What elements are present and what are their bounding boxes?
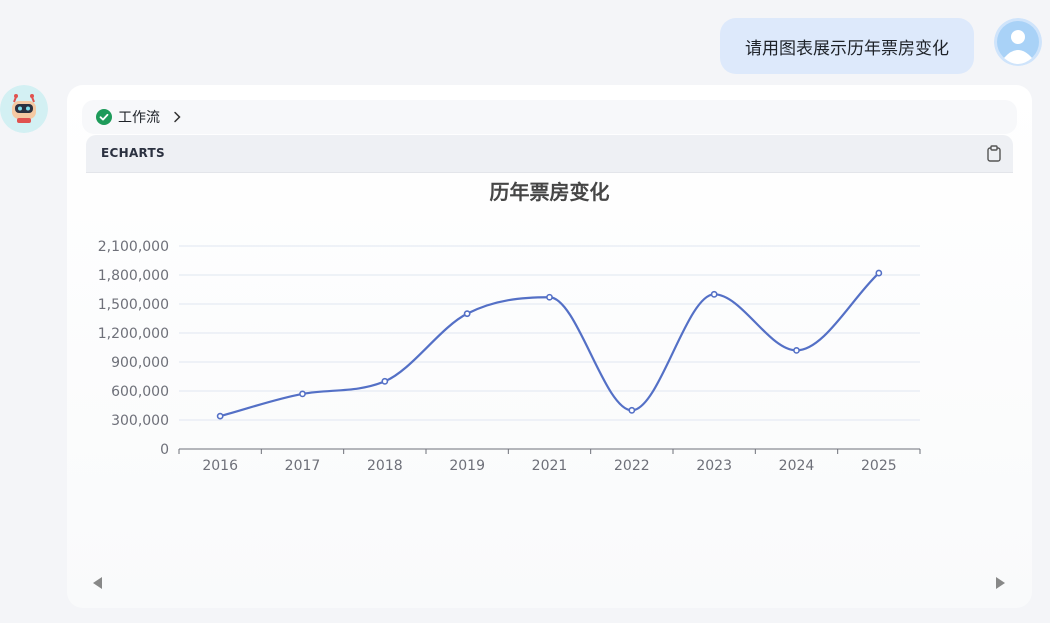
code-block-header: ECHARTS bbox=[86, 135, 1013, 173]
data-point bbox=[299, 390, 306, 398]
code-language-label: ECHARTS bbox=[101, 146, 165, 160]
data-point bbox=[546, 293, 553, 301]
triangle-right-icon[interactable] bbox=[995, 576, 1007, 590]
line-chart: 0 300,000 600,000 900,000 1,200,000 1,500,000… bbox=[98, 239, 921, 474]
check-circle-icon bbox=[96, 109, 112, 125]
chevron-right-icon bbox=[174, 111, 181, 123]
clipboard-icon[interactable] bbox=[987, 145, 1001, 162]
triangle-left-icon[interactable] bbox=[91, 576, 103, 590]
data-point bbox=[875, 269, 883, 277]
x-tick-label: 2016 bbox=[202, 458, 238, 474]
x-tick-label: 2025 bbox=[861, 458, 897, 474]
x-tick-label: 2018 bbox=[367, 458, 403, 474]
data-point bbox=[793, 346, 800, 354]
x-tick-label: 2022 bbox=[614, 458, 650, 474]
data-point bbox=[216, 412, 224, 420]
y-tick-label: 1,200,000 bbox=[98, 326, 169, 342]
y-tick-label: 0 bbox=[160, 442, 169, 458]
y-tick-label: 1,500,000 bbox=[98, 297, 169, 313]
workflow-toggle[interactable]: 工作流 bbox=[82, 100, 1017, 134]
user-message-bubble: 请用图表展示历年票房变化 bbox=[720, 18, 974, 74]
data-point bbox=[463, 310, 471, 318]
y-tick-label: 900,000 bbox=[111, 355, 169, 371]
data-point bbox=[381, 377, 389, 385]
y-tick-label: 300,000 bbox=[111, 413, 169, 429]
user-avatar-icon[interactable] bbox=[994, 18, 1042, 66]
data-point bbox=[628, 406, 636, 414]
x-tick-label: 2021 bbox=[532, 458, 568, 474]
y-tick-label: 600,000 bbox=[111, 384, 169, 400]
x-tick-label: 2023 bbox=[696, 458, 732, 474]
x-tick-label: 2019 bbox=[449, 458, 485, 474]
y-tick-label: 1,800,000 bbox=[98, 268, 169, 284]
workflow-label: 工作流 bbox=[118, 110, 160, 126]
y-tick-label: 2,100,000 bbox=[98, 239, 169, 255]
x-tick-label: 2017 bbox=[285, 458, 321, 474]
chart-title: 历年票房变化 bbox=[489, 180, 610, 204]
data-point bbox=[710, 290, 718, 298]
user-message-text: 请用图表展示历年票房变化 bbox=[745, 38, 949, 59]
robot-avatar-icon bbox=[0, 85, 48, 133]
x-tick-label: 2024 bbox=[779, 458, 815, 474]
